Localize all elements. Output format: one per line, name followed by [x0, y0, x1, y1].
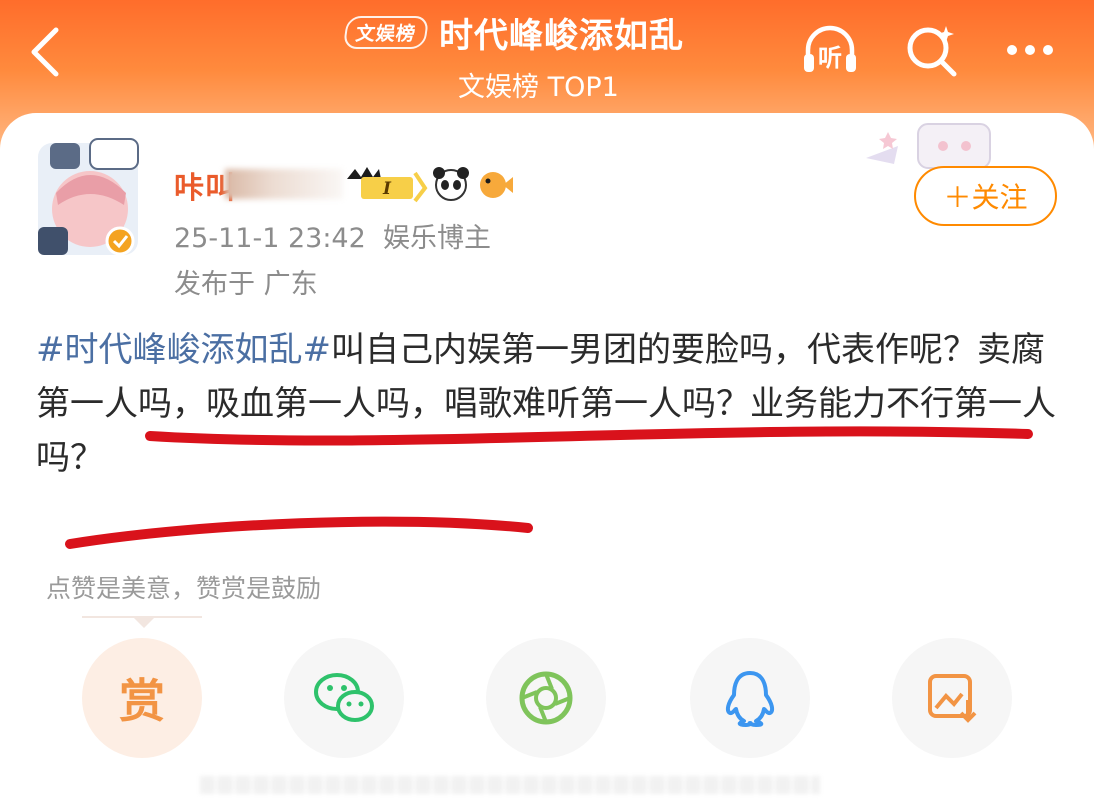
share-qq-button[interactable] [690, 638, 810, 758]
listen-headphones-icon: 听 [804, 25, 856, 72]
post-card: 咔叫 I 25-11-1 23:42 娱乐博主 发布于 广东 ＋关注 #时代峰峻… [0, 113, 1094, 803]
pufferfish-icon [480, 172, 513, 198]
post-body: #时代峰峻添如乱#叫自己内娱第一男团的要脸吗，代表作呢？卖腐第一人吗，吸血第一人… [36, 323, 1061, 485]
panda-icon [433, 167, 469, 201]
listen-button[interactable]: 听 [798, 18, 862, 82]
post-location: 发布于 广东 [174, 269, 318, 300]
reward-button[interactable]: 赏 [82, 638, 202, 758]
topic-title-block: 文娱榜 时代峰峻添如乱 文娱榜 TOP1 [342, 8, 765, 104]
ranking-badge: 文娱榜 [342, 16, 430, 49]
avatar[interactable] [36, 135, 144, 259]
save-image-button[interactable] [892, 638, 1012, 758]
user-badges: I [347, 167, 513, 203]
back-arrow-icon [31, 27, 59, 77]
topic-title: 时代峰峻添如乱 [439, 16, 685, 56]
follow-button[interactable]: ＋关注 [914, 166, 1057, 226]
topic-subtitle: 文娱榜 TOP1 [458, 72, 619, 103]
share-wechat-button[interactable] [284, 638, 404, 758]
wechat-icon [314, 673, 374, 722]
qq-icon [725, 671, 775, 727]
top-bar: 文娱榜 时代峰峻添如乱 文娱榜 TOP1 听 [0, 0, 1094, 120]
back-button[interactable] [22, 22, 72, 82]
svg-text:听: 听 [818, 44, 842, 72]
reward-hint: 点赞是美意，赞赏是鼓励 [46, 574, 322, 603]
author-role: 娱乐博主 [382, 223, 491, 254]
search-button[interactable] [900, 18, 964, 82]
save-image-icon [928, 674, 977, 723]
post-meta: 25-11-1 23:42 娱乐博主 [174, 216, 491, 255]
post-timestamp: 25-11-1 23:42 [174, 223, 366, 254]
more-button[interactable] [998, 18, 1062, 82]
watermark-blur [200, 776, 820, 794]
redacted-name-blur [225, 169, 343, 199]
search-icon [907, 26, 957, 77]
moments-icon [519, 671, 573, 725]
more-icon [1007, 45, 1053, 55]
vip-level-badge-icon: I [347, 167, 428, 203]
reward-label: 赏 [119, 674, 165, 728]
svg-text:I: I [382, 179, 392, 199]
topic-hashtag-link[interactable]: #时代峰峻添如乱# [36, 330, 331, 370]
hint-pointer [134, 618, 154, 628]
share-moments-button[interactable] [486, 638, 606, 758]
